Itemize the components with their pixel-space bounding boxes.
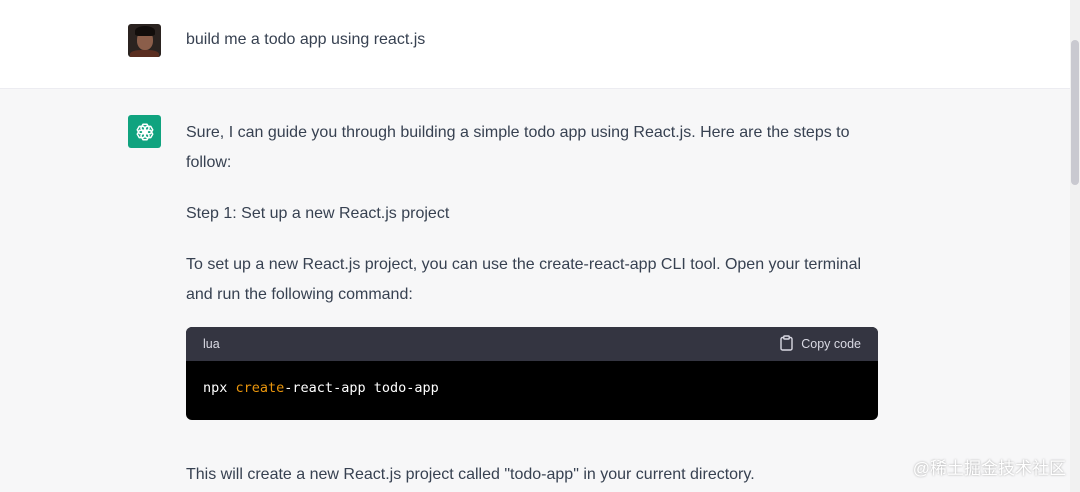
code-content: npx create-react-app todo-app <box>186 361 878 396</box>
assistant-message-content: Sure, I can guide you through building a… <box>186 118 878 310</box>
copy-code-label: Copy code <box>801 337 861 351</box>
user-message-text: build me a todo app using react.js <box>186 31 426 48</box>
code-language-label: lua <box>203 337 220 351</box>
clipboard-icon <box>779 334 794 354</box>
code-token-npx: npx <box>203 380 236 396</box>
assistant-intro-text: Sure, I can guide you through building a… <box>186 124 850 171</box>
step-heading: Step 1: Set up a new React.js project <box>186 205 450 222</box>
code-token-highlight: create <box>235 380 285 396</box>
code-token-rest: -react-app todo-app <box>284 380 439 396</box>
assistant-message-row: Sure, I can guide you through building a… <box>0 89 1080 492</box>
openai-logo-icon <box>128 115 161 148</box>
setup-instructions-text: To set up a new React.js project, you ca… <box>186 256 862 303</box>
watermark: @稀土掘金技术社区 <box>912 459 1066 478</box>
result-explanation-text: This will create a new React.js project … <box>186 466 755 483</box>
copy-code-button[interactable]: Copy code <box>779 334 861 354</box>
page-scrollbar[interactable] <box>1070 0 1080 492</box>
user-message-row: build me a todo app using react.js <box>0 0 1080 89</box>
user-avatar <box>128 24 161 57</box>
code-block-header: lua Copy code <box>186 327 878 361</box>
scrollbar-thumb[interactable] <box>1071 40 1079 185</box>
code-block: lua Copy code npx create-react-app todo-… <box>186 327 878 420</box>
